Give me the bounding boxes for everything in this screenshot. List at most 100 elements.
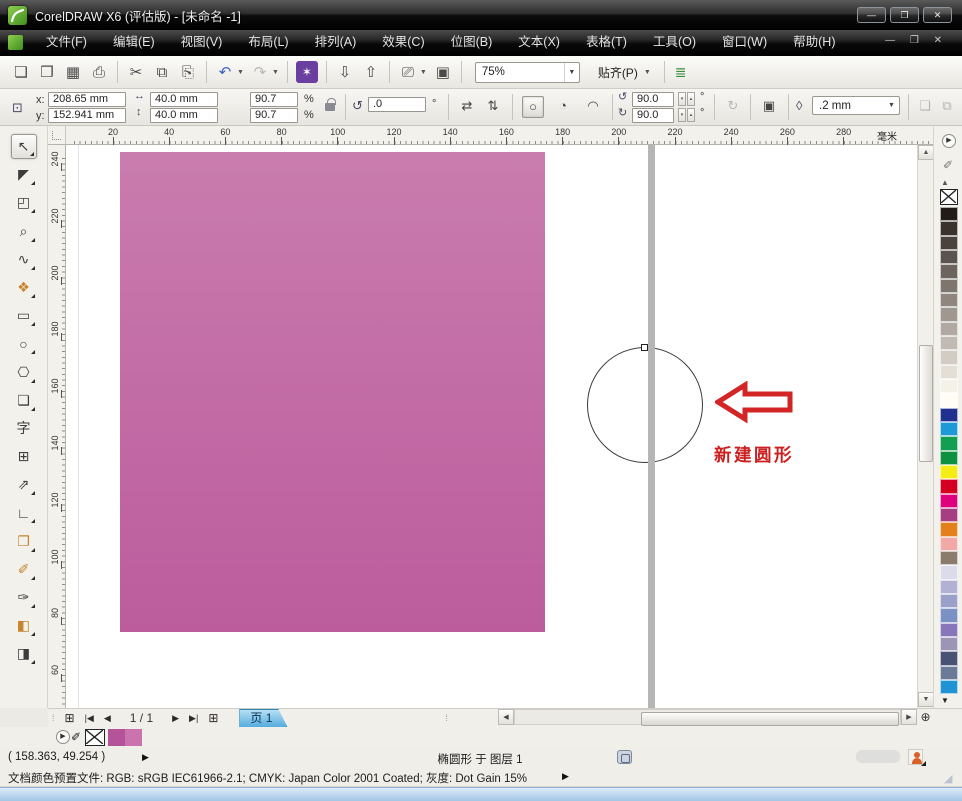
print-icon[interactable]: ⎙ bbox=[87, 60, 111, 84]
color-swatch-32[interactable] bbox=[940, 666, 958, 680]
x-position-field[interactable]: 208.65 mm bbox=[48, 92, 126, 107]
color-swatch-4[interactable] bbox=[940, 264, 958, 278]
outline-pen-tool[interactable]: ✑ bbox=[11, 585, 37, 610]
color-swatch-2[interactable] bbox=[940, 236, 958, 250]
flyout-arrow-icon[interactable]: ▶ bbox=[142, 752, 149, 763]
crop-tool[interactable]: ◰ bbox=[11, 190, 37, 215]
menu-item-10[interactable]: 窗口(W) bbox=[709, 30, 780, 55]
color-swatch-3[interactable] bbox=[940, 250, 958, 264]
color-swatch-10[interactable] bbox=[940, 350, 958, 364]
connector-tool[interactable]: ∟ bbox=[11, 500, 37, 525]
navigator-zoom-icon[interactable]: ⊕ bbox=[917, 708, 934, 727]
color-swatch-11[interactable] bbox=[940, 365, 958, 379]
color-swatch-25[interactable] bbox=[940, 565, 958, 579]
smart-fill-tool[interactable]: ❖ bbox=[11, 275, 37, 300]
menu-item-7[interactable]: 文本(X) bbox=[505, 30, 573, 55]
color-swatch-30[interactable] bbox=[940, 637, 958, 651]
resize-grip-icon[interactable]: ◢ bbox=[944, 772, 952, 785]
object-height-field[interactable]: 40.0 mm bbox=[150, 108, 218, 123]
add-page-button[interactable]: ⊞ bbox=[60, 711, 80, 725]
snap-to-dropdown[interactable]: 贴齐(P) ▼ ≣ bbox=[598, 61, 687, 83]
blend-tool[interactable]: ❐ bbox=[11, 529, 37, 554]
color-swatch-16[interactable] bbox=[940, 436, 958, 450]
chevron-down-icon[interactable]: ▼ bbox=[272, 69, 279, 76]
color-swatch-13[interactable] bbox=[940, 393, 958, 407]
scale-x-field[interactable]: 90.7 bbox=[250, 92, 298, 107]
color-swatch-33[interactable] bbox=[940, 680, 958, 694]
new-circle-object[interactable] bbox=[587, 347, 703, 463]
color-swatch-5[interactable] bbox=[940, 279, 958, 293]
palette-scroll-down-icon[interactable]: ▼ bbox=[941, 696, 949, 705]
pink-rectangle-object[interactable] bbox=[120, 152, 545, 632]
scroll-left-button[interactable]: ◀ bbox=[498, 709, 514, 725]
color-swatch-15[interactable] bbox=[940, 422, 958, 436]
menu-item-4[interactable]: 排列(A) bbox=[302, 30, 370, 55]
page-tab[interactable]: 页 1 bbox=[239, 709, 287, 727]
fullscreen-preview-icon[interactable]: ▣ bbox=[431, 60, 455, 84]
horizontal-scroll-thumb[interactable] bbox=[641, 712, 899, 726]
restore-button[interactable]: ❐ bbox=[890, 7, 919, 23]
text-wrap-button[interactable]: ▣ bbox=[758, 96, 780, 118]
spinner-up[interactable]: ▴ bbox=[687, 108, 695, 122]
redo-icon[interactable]: ↷ bbox=[248, 60, 272, 84]
color-swatch-23[interactable] bbox=[940, 537, 958, 551]
previous-page-button[interactable]: ◀ bbox=[99, 713, 116, 724]
object-width-field[interactable]: 40.0 mm bbox=[150, 92, 218, 107]
zoom-tool[interactable]: ⌕ bbox=[11, 219, 37, 244]
color-swatch-29[interactable] bbox=[940, 623, 958, 637]
chevron-down-icon[interactable]: ▼ bbox=[564, 63, 579, 82]
ellipse-tool[interactable]: ○ bbox=[11, 331, 37, 356]
mirror-vertical-button[interactable]: ⇅ bbox=[482, 96, 504, 118]
app-launcher-icon[interactable]: ⎚ bbox=[396, 60, 420, 84]
color-swatch-21[interactable] bbox=[940, 508, 958, 522]
to-front-button[interactable]: ❑ bbox=[914, 96, 936, 118]
color-row-flyout-button[interactable]: ▶ bbox=[56, 730, 70, 744]
document-properties-icon[interactable] bbox=[617, 750, 632, 764]
color-swatch-17[interactable] bbox=[940, 451, 958, 465]
new-document-icon[interactable]: ❏ bbox=[9, 60, 33, 84]
menu-item-2[interactable]: 视图(V) bbox=[168, 30, 236, 55]
to-back-button[interactable]: ⧉ bbox=[936, 96, 958, 118]
color-swatch-31[interactable] bbox=[940, 651, 958, 665]
color-swatch-28[interactable] bbox=[940, 608, 958, 622]
close-button[interactable]: ✕ bbox=[923, 7, 952, 23]
export-icon[interactable]: ⇧ bbox=[359, 60, 383, 84]
last-page-button[interactable]: ▶| bbox=[184, 713, 203, 724]
menu-item-8[interactable]: 表格(T) bbox=[573, 30, 640, 55]
chevron-down-icon[interactable]: ▼ bbox=[420, 69, 427, 76]
mirror-horizontal-button[interactable]: ⇄ bbox=[456, 96, 478, 118]
no-color-swatch[interactable] bbox=[940, 189, 958, 205]
palette-eyedropper-icon[interactable]: ✐ bbox=[943, 158, 953, 172]
zoom-level-combo[interactable]: 75% ▼ bbox=[475, 62, 580, 83]
document-no-color-swatch[interactable] bbox=[85, 729, 105, 746]
cut-icon[interactable]: ✂ bbox=[124, 60, 148, 84]
mdi-window-controls[interactable]: — ❐ ✕ bbox=[885, 35, 948, 46]
vertical-guideline[interactable] bbox=[648, 145, 655, 708]
color-swatch-9[interactable] bbox=[940, 336, 958, 350]
ellipse-node-handle[interactable] bbox=[641, 344, 648, 351]
document-eyedropper-icon[interactable]: ✐ bbox=[71, 730, 81, 744]
color-swatch-0[interactable] bbox=[940, 207, 958, 221]
next-page-button[interactable]: ▶ bbox=[167, 713, 184, 724]
pie-mode-button[interactable]: ◔ bbox=[552, 96, 574, 118]
fill-tool[interactable]: ◧ bbox=[11, 613, 37, 638]
chevron-down-icon[interactable]: ▼ bbox=[884, 96, 899, 115]
color-swatch-6[interactable] bbox=[940, 293, 958, 307]
color-swatch-24[interactable] bbox=[940, 551, 958, 565]
minimize-button[interactable]: — bbox=[857, 7, 886, 23]
ellipse-mode-button[interactable]: ○ bbox=[522, 96, 544, 118]
vertical-scroll-thumb[interactable] bbox=[919, 345, 933, 462]
spinner-down[interactable]: ▾ bbox=[678, 92, 686, 106]
color-swatch-14[interactable] bbox=[940, 408, 958, 422]
document-fill-swatch[interactable] bbox=[108, 729, 125, 746]
y-position-field[interactable]: 152.941 mm bbox=[48, 108, 126, 123]
rotation-angle-field[interactable]: .0 bbox=[368, 97, 426, 112]
copy-icon[interactable]: ⧉ bbox=[150, 60, 174, 84]
first-page-button[interactable]: |◀ bbox=[80, 713, 99, 724]
table-tool[interactable]: ⊞ bbox=[11, 444, 37, 469]
outline-width-combo[interactable]: .2 mm ▼ bbox=[812, 96, 900, 115]
menu-item-6[interactable]: 位图(B) bbox=[438, 30, 506, 55]
scroll-down-button[interactable]: ▼ bbox=[918, 692, 934, 707]
shape-tool[interactable]: ◤ bbox=[11, 162, 37, 187]
menu-item-1[interactable]: 编辑(E) bbox=[100, 30, 168, 55]
